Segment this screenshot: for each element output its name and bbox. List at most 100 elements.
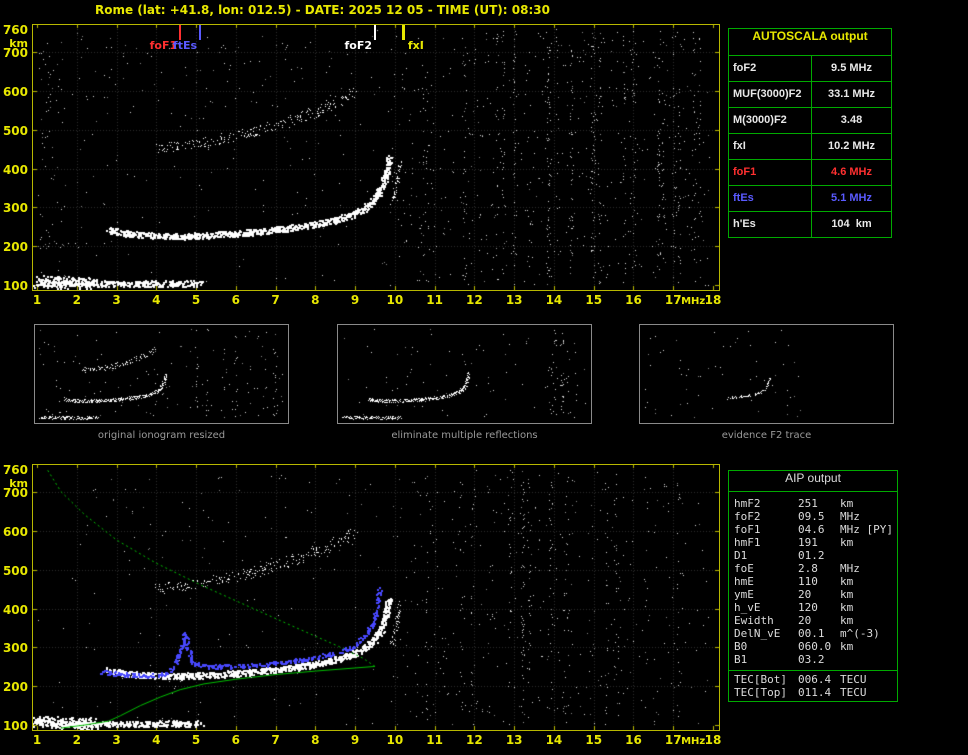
aip-param-value: 00.1 (798, 627, 825, 640)
table-row: TEC[Bot] 006.4 TECU (729, 673, 897, 686)
x-tick-label: 15 (585, 733, 603, 747)
x-tick-label: 4 (152, 293, 161, 307)
x-tick-label: 12 (466, 293, 483, 307)
x-tick-label: 2 (72, 733, 81, 747)
aip-param-name: B1 (734, 653, 748, 666)
autoscala-param-value: 5.1 MHz (831, 192, 872, 204)
aip-param-unit: TECU (840, 673, 867, 686)
table-row: h_vE 120 km (729, 601, 897, 614)
aip-param-value: 09.5 (798, 510, 825, 523)
y-tick-label: 100 (2, 279, 28, 293)
table-row: h'Es 104 km (729, 212, 891, 237)
aip-param-name: foF2 (734, 510, 761, 523)
aip-param-value: 01.2 (798, 549, 825, 562)
y-tick-label: 300 (2, 641, 28, 656)
y-tick-label: 760 (2, 463, 28, 477)
x-tick-label: 1 (32, 733, 42, 747)
aip-param-unit (840, 549, 897, 562)
x-tick-label: 3 (112, 733, 121, 747)
aip-param-name: ymE (734, 588, 754, 601)
autoscala-param-label: foF1 (729, 160, 812, 185)
table-row: foE 2.8 MHz (729, 562, 897, 575)
x-tick-label: 9 (350, 293, 360, 307)
y-tick-label: 200 (2, 240, 28, 255)
aip-param-name: hmE (734, 575, 754, 588)
panel-label-evidence: evidence F2 trace (721, 430, 812, 441)
aip-param-unit: km (840, 536, 854, 549)
aip-param-name: TEC[Top] (734, 686, 787, 699)
aip-param-unit: km (840, 588, 854, 601)
marker-line-ftEs (199, 25, 202, 40)
autoscala-param-label: M(3000)F2 (729, 108, 812, 133)
panel-eliminate-reflections (337, 324, 592, 424)
x-tick-label: 15 (585, 293, 603, 307)
aip-param-unit: MHz (840, 523, 860, 536)
aip-param-name: foF1 (734, 523, 761, 536)
x-tick-label: 5 (191, 293, 201, 307)
marker-label-ftEs: ftEs (172, 39, 198, 52)
aip-param-value: 03.2 (798, 653, 825, 666)
table-row: foF2 09.5 MHz (729, 510, 897, 523)
table-row: foF2 9.5 MHz (729, 56, 891, 82)
x-tick-label: 8 (311, 293, 320, 307)
table-row: D1 01.2 (729, 549, 897, 562)
x-tick-label: 7 (271, 733, 280, 747)
aip-param-unit: km (840, 640, 854, 653)
x-tick-label: 12 (466, 733, 483, 747)
y-tick-label: 400 (2, 162, 28, 177)
marker-line-foF1 (179, 25, 182, 40)
aip-param-unit (840, 653, 897, 666)
aip-param-name: hmF2 (734, 497, 761, 510)
aip-param-value: 006.4 (798, 673, 832, 686)
aip-tec-rows: TEC[Bot] 006.4 TECU TEC[Top] 011.4 TECU (729, 670, 897, 701)
aip-param-value: 2.8 (798, 562, 818, 575)
autoscala-table-rows: foF2 9.5 MHz MUF(3000)F2 33.1 MHz M(3000)F2 3… (729, 56, 891, 237)
y-tick-label: 100 (2, 719, 28, 733)
aip-table-rows: hmF2 251 km foF2 09.5 MHz foF1 04.6 MHz [PY] hmF1 1… (729, 492, 897, 668)
y-tick-label: 600 (2, 85, 28, 100)
table-row: B1 03.2 (729, 653, 897, 666)
x-tick-label: 1 (32, 293, 42, 307)
x-tick-label: 7 (271, 293, 280, 307)
aip-param-unit: km (840, 601, 854, 614)
table-row: ftEs 5.1 MHz (729, 186, 891, 212)
aip-param-name: TEC[Bot] (734, 673, 787, 686)
ionogram-bottom-canvas (33, 465, 719, 730)
page-title: Rome (lat: +41.8, lon: 012.5) - DATE: 20… (95, 3, 550, 17)
aip-param-value: 04.6 (798, 523, 825, 536)
x-tick-label: 11 (426, 733, 443, 747)
x-tick-label: 6 (231, 293, 240, 307)
table-row: foF1 04.6 MHz [PY] (729, 523, 897, 536)
aip-param-name: DelN_vE (734, 627, 781, 640)
y-axis-unit: km (9, 477, 28, 490)
y-tick-label: 300 (2, 201, 28, 216)
table-row: foF1 4.6 MHz (729, 160, 891, 186)
aip-param-name: h_vE (734, 601, 761, 614)
x-tick-label: 8 (311, 733, 320, 747)
x-tick-label: 9 (350, 733, 360, 747)
aip-param-value: 110 (798, 575, 818, 588)
aip-param-unit: km (840, 614, 854, 627)
x-tick-label: 16 (625, 293, 642, 307)
table-row: B0 060.0 km (729, 640, 897, 653)
aip-param-name: B0 (734, 640, 748, 653)
table-row: hmF1 191 km (729, 536, 897, 549)
autoscala-param-label: foF2 (729, 56, 812, 81)
aip-param-name: foE (734, 562, 754, 575)
table-row: hmE 110 km (729, 575, 897, 588)
x-tick-label: 5 (191, 733, 201, 747)
aip-param-value: 20 (798, 588, 812, 601)
panel-original-ionogram (34, 324, 289, 424)
y-tick-label: 200 (2, 680, 28, 695)
y-axis-unit: km (9, 37, 28, 50)
x-tick-label: 11 (426, 293, 443, 307)
aip-param-unit: km (840, 575, 854, 588)
autoscala-param-label: ftEs (729, 186, 812, 211)
aip-param-name: Ewidth (734, 614, 774, 627)
table-row: ymE 20 km (729, 588, 897, 601)
x-tick-label: 14 (545, 293, 563, 307)
panel-original-canvas (35, 325, 288, 423)
table-row: hmF2 251 km (729, 497, 897, 510)
aip-param-name: hmF1 (734, 536, 761, 549)
table-row: M(3000)F2 3.48 (729, 108, 891, 134)
